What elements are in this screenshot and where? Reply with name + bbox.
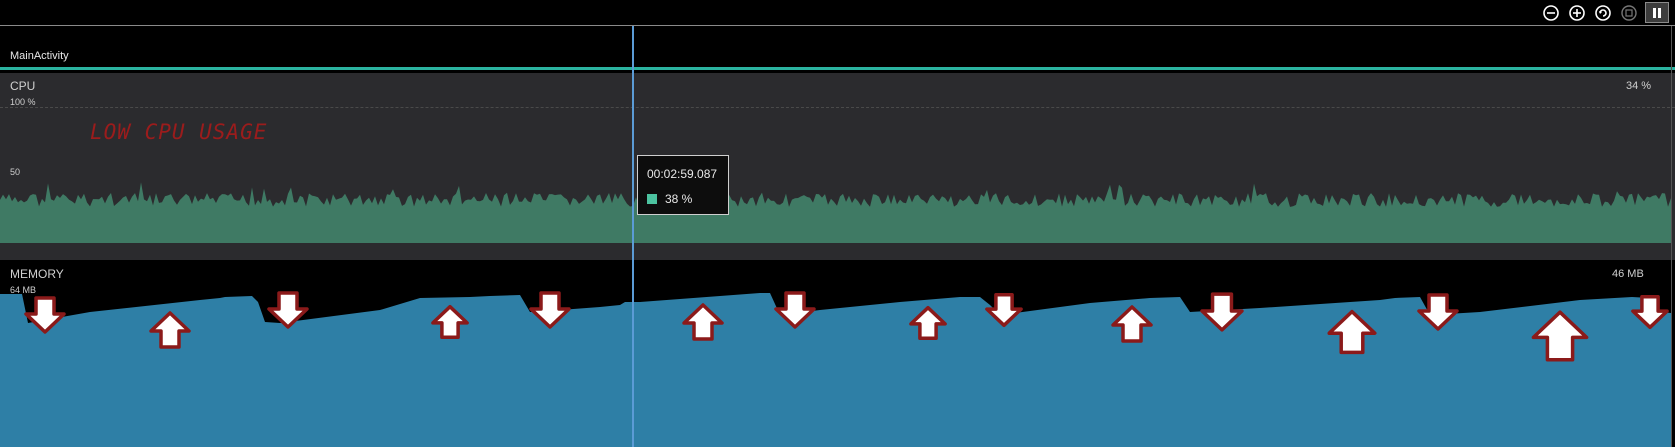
tooltip-time: 00:02:59.087	[647, 167, 718, 181]
right-edge-line	[1671, 26, 1672, 447]
cpu-lane[interactable]: CPU 34 % 100 % 50 LOW CPU USAGE	[0, 73, 1675, 260]
tooltip-swatch	[647, 194, 657, 204]
cursor-tooltip: 00:02:59.087 38 %	[637, 155, 729, 215]
pause-icon[interactable]	[1645, 2, 1669, 23]
memory-area	[0, 293, 1671, 447]
activity-bar[interactable]	[0, 67, 1675, 70]
fit-icon[interactable]	[1619, 3, 1639, 23]
reset-zoom-icon[interactable]	[1593, 3, 1613, 23]
profiler-toolbar	[0, 0, 1675, 26]
toolbar-icons	[1541, 2, 1669, 23]
tooltip-value: 38 %	[665, 192, 693, 206]
activity-lane: MainActivity	[0, 26, 1675, 70]
zoom-in-icon[interactable]	[1567, 3, 1587, 23]
memory-lane[interactable]: MEMORY 46 MB 64 MB 32	[0, 260, 1675, 447]
cpu-usage-chart	[0, 181, 1671, 243]
cpu-area	[0, 181, 1671, 243]
timeline-cursor[interactable]	[632, 26, 634, 447]
zoom-out-icon[interactable]	[1541, 3, 1561, 23]
memory-usage-chart	[0, 291, 1671, 447]
activity-label: MainActivity	[10, 50, 69, 62]
